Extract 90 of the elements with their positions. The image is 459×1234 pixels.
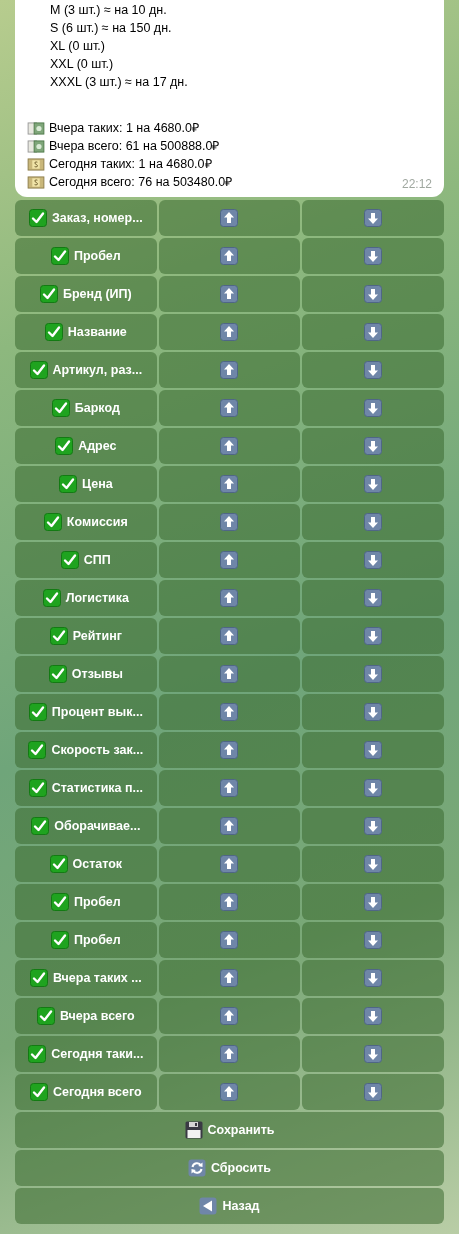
move-down-button[interactable] (302, 922, 444, 958)
move-down-button[interactable] (302, 504, 444, 540)
field-toggle-button[interactable]: Название (15, 314, 157, 350)
move-up-button[interactable] (158, 580, 301, 616)
move-down-button[interactable] (302, 276, 444, 312)
move-down-button[interactable] (302, 732, 444, 768)
field-toggle-button[interactable]: Остаток (15, 846, 157, 882)
size-stock-line: XL (0 шт.) (49, 38, 106, 55)
move-up-button[interactable] (158, 314, 301, 350)
move-up-button[interactable] (158, 694, 301, 730)
move-down-button[interactable] (302, 238, 444, 274)
move-up-button[interactable] (158, 1074, 301, 1110)
move-down-button[interactable] (302, 390, 444, 426)
field-toggle-button[interactable]: Адрес (15, 428, 157, 464)
move-up-button[interactable] (158, 618, 301, 654)
move-up-button[interactable] (158, 200, 301, 236)
move-down-button[interactable] (302, 314, 444, 350)
field-toggle-button[interactable]: Статистика п... (15, 770, 157, 806)
move-up-button[interactable] (158, 732, 301, 768)
move-down-button[interactable] (302, 884, 444, 920)
move-up-button[interactable] (158, 504, 301, 540)
field-toggle-button[interactable]: Баркод (15, 390, 157, 426)
field-toggle-button[interactable]: Вчера таких ... (15, 960, 157, 996)
banknote-icon (27, 139, 45, 153)
move-down-button[interactable] (302, 656, 444, 692)
move-up-button[interactable] (158, 846, 301, 882)
move-up-button[interactable] (158, 922, 301, 958)
field-toggle-button[interactable]: Вчера всего (15, 998, 157, 1034)
move-down-button[interactable] (302, 998, 444, 1034)
move-up-button[interactable] (158, 466, 301, 502)
field-toggle-button[interactable]: Сегодня всего (15, 1074, 157, 1110)
field-toggle-button[interactable]: Цена (15, 466, 157, 502)
back-button[interactable]: Назад (15, 1188, 444, 1224)
move-down-button[interactable] (302, 846, 444, 882)
move-down-button[interactable] (302, 466, 444, 502)
field-toggle-button[interactable]: Отзывы (15, 656, 157, 692)
move-up-button[interactable] (158, 808, 301, 844)
field-toggle-button[interactable]: Артикул, раз... (15, 352, 157, 388)
move-up-button[interactable] (158, 998, 301, 1034)
move-up-button[interactable] (158, 960, 301, 996)
dollar-bill-icon (27, 157, 45, 171)
field-toggle-button[interactable]: Заказ, номер... (15, 200, 157, 236)
move-down-button[interactable] (302, 352, 444, 388)
move-up-button[interactable] (158, 656, 301, 692)
save-button[interactable]: Сохранить (15, 1112, 444, 1148)
move-up-button[interactable] (158, 238, 301, 274)
move-down-button[interactable] (302, 694, 444, 730)
size-stock-line: XXXL (3 шт.) ≈ на 17 дн. (49, 74, 189, 91)
sales-line: Сегодня всего: 76 на 503480.0₽ (49, 174, 233, 191)
move-up-button[interactable] (158, 390, 301, 426)
move-up-button[interactable] (158, 884, 301, 920)
move-up-button[interactable] (158, 428, 301, 464)
move-up-button[interactable] (158, 352, 301, 388)
move-down-button[interactable] (302, 1074, 444, 1110)
move-up-button[interactable] (158, 276, 301, 312)
move-up-button[interactable] (158, 1036, 301, 1072)
move-down-button[interactable] (302, 542, 444, 578)
sales-line: Сегодня таких: 1 на 4680.0₽ (49, 156, 212, 173)
field-toggle-button[interactable]: Пробел (15, 884, 157, 920)
sales-line: Вчера таких: 1 на 4680.0₽ (49, 120, 199, 137)
dollar-bill-icon (27, 175, 45, 189)
sales-line: Вчера всего: 61 на 500888.0₽ (49, 138, 220, 155)
field-toggle-button[interactable]: Логистика (15, 580, 157, 616)
reset-button[interactable]: Сбросить (15, 1150, 444, 1186)
move-down-button[interactable] (302, 808, 444, 844)
move-down-button[interactable] (302, 1036, 444, 1072)
field-toggle-button[interactable]: Сегодня таки... (15, 1036, 157, 1072)
field-toggle-button[interactable]: Оборачивае... (15, 808, 157, 844)
size-stock-line: XXL (0 шт.) (49, 56, 115, 73)
move-up-button[interactable] (158, 770, 301, 806)
field-toggle-button[interactable]: Пробел (15, 922, 157, 958)
message-time: 22:12 (401, 177, 432, 191)
banknote-icon (27, 121, 45, 135)
field-toggle-button[interactable]: Бренд (ИП) (15, 276, 157, 312)
move-down-button[interactable] (302, 580, 444, 616)
field-toggle-button[interactable]: СПП (15, 542, 157, 578)
size-stock-line: M (3 шт.) ≈ на 10 дн. (49, 2, 168, 19)
field-toggle-button[interactable]: Процент вык... (15, 694, 157, 730)
field-toggle-button[interactable]: Комиссия (15, 504, 157, 540)
move-down-button[interactable] (302, 618, 444, 654)
refresh-icon (187, 1159, 206, 1177)
move-down-button[interactable] (302, 960, 444, 996)
move-down-button[interactable] (302, 200, 444, 236)
field-toggle-button[interactable]: Пробел (15, 238, 157, 274)
move-down-button[interactable] (302, 770, 444, 806)
field-toggle-button[interactable]: Скорость зак... (15, 732, 157, 768)
size-stock-line: S (6 шт.) ≈ на 150 дн. (49, 20, 173, 37)
move-down-button[interactable] (302, 428, 444, 464)
field-toggle-button[interactable]: Рейтинг (15, 618, 157, 654)
move-up-button[interactable] (158, 542, 301, 578)
